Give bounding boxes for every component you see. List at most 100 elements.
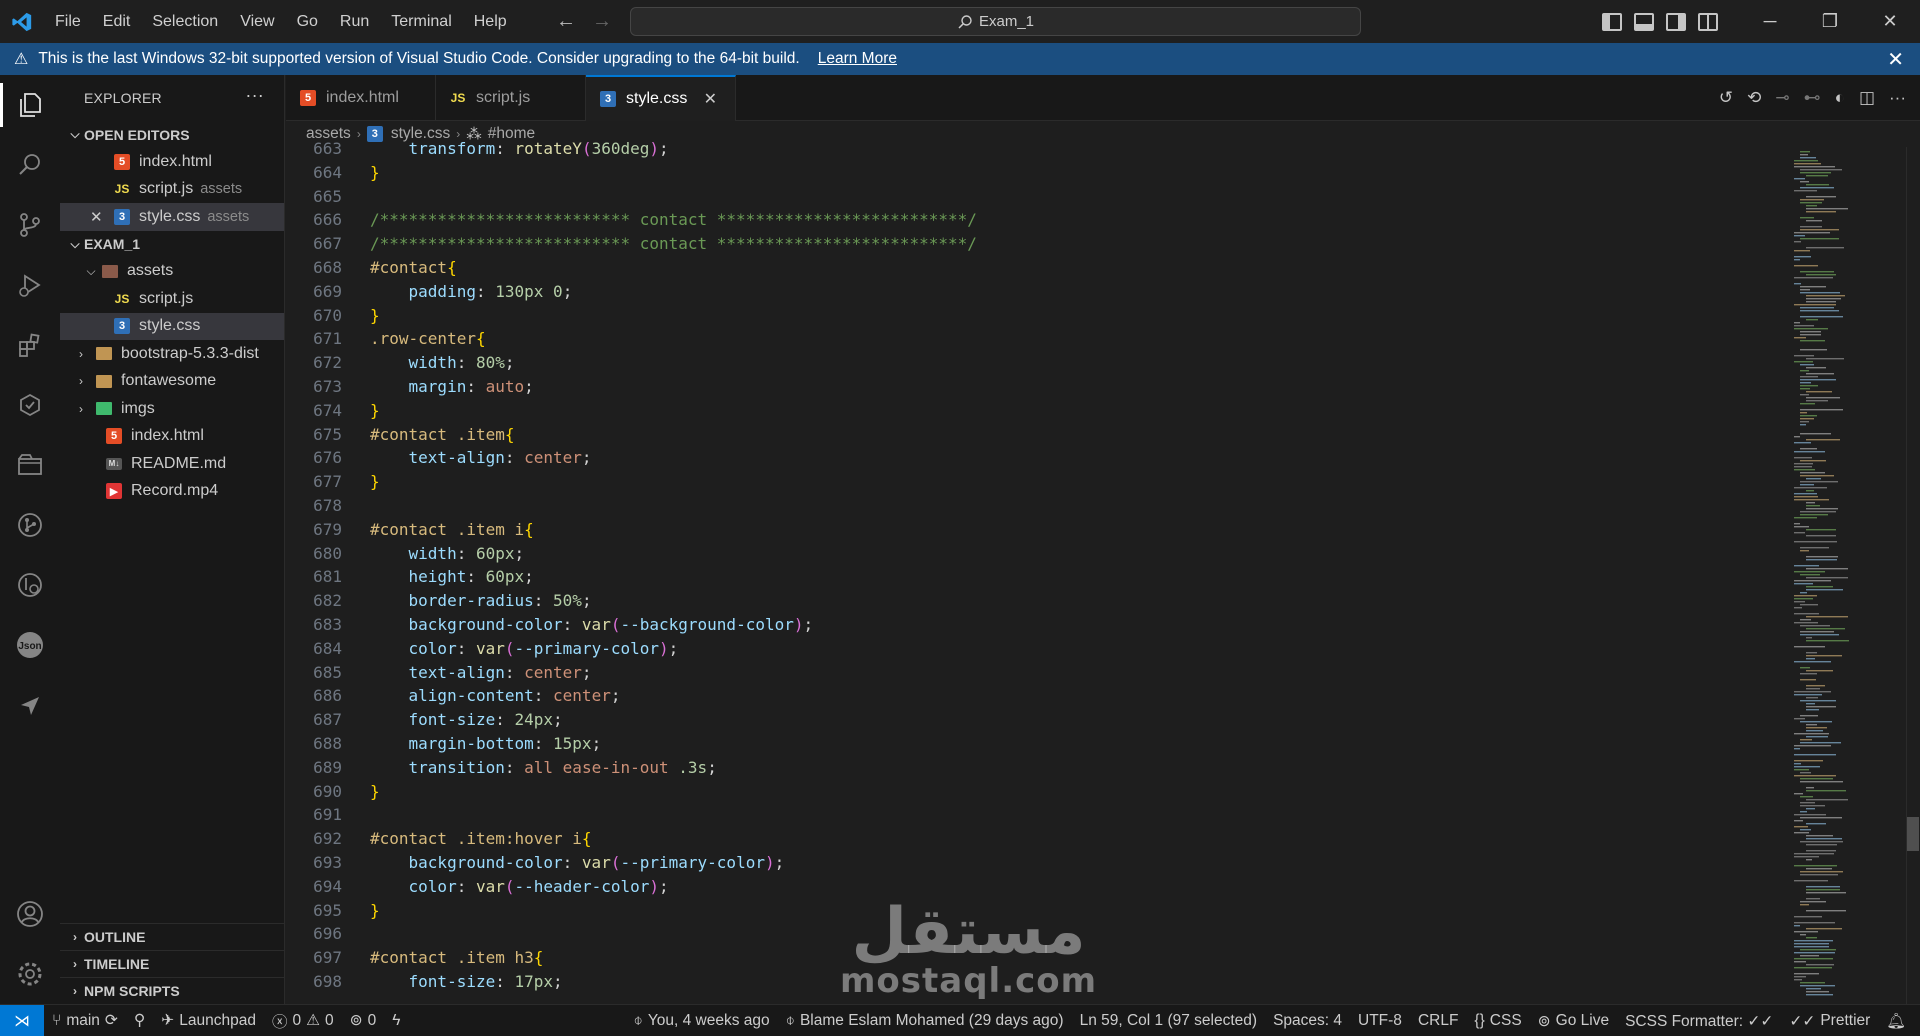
- testing-icon[interactable]: [0, 375, 60, 435]
- json-icon[interactable]: Json: [0, 615, 60, 675]
- code-line[interactable]: 673 margin: auto;: [286, 375, 1786, 399]
- code-line[interactable]: 676 text-align: center;: [286, 446, 1786, 470]
- vertical-scrollbar[interactable]: [1906, 147, 1920, 1004]
- cursor-position[interactable]: Ln 59, Col 1 (97 selected): [1072, 1012, 1266, 1030]
- code-line[interactable]: 665: [286, 185, 1786, 209]
- workspace-section[interactable]: ⌵ EXAM_1: [60, 231, 284, 258]
- gitlens-icon[interactable]: [0, 555, 60, 615]
- more-actions-icon[interactable]: ···: [1889, 88, 1906, 108]
- code-line[interactable]: 675 #contact .item{: [286, 423, 1786, 447]
- language-mode[interactable]: {} CSS: [1466, 1012, 1529, 1030]
- code-line[interactable]: 683 background-color: var(--background-c…: [286, 613, 1786, 637]
- file-style-css[interactable]: 3 style.css: [60, 312, 284, 340]
- code-line[interactable]: 669 padding: 130px 0;: [286, 280, 1786, 304]
- gitlens-inspect-icon[interactable]: ◐: [1835, 88, 1845, 108]
- timeline-history-icon[interactable]: ↺: [1719, 88, 1733, 108]
- learn-more-link[interactable]: Learn More: [818, 50, 897, 68]
- run-debug-icon[interactable]: [0, 255, 60, 315]
- notifications-bell-icon[interactable]: 🔔︎: [1878, 1012, 1920, 1031]
- code-line[interactable]: 672 width: 80%;: [286, 351, 1786, 375]
- outline-section[interactable]: › OUTLINE: [60, 923, 285, 950]
- menu-selection[interactable]: Selection: [141, 0, 229, 43]
- minimize-button[interactable]: ─: [1740, 0, 1800, 43]
- launchpad-item[interactable]: ✈ Launchpad: [153, 1011, 264, 1030]
- next-change-icon[interactable]: ⊷: [1804, 88, 1821, 108]
- git-graph-icon[interactable]: [0, 495, 60, 555]
- scrollbar-thumb[interactable]: [1907, 817, 1919, 851]
- folder-assets[interactable]: ⌵ assets: [60, 258, 284, 286]
- code-line[interactable]: 666 /************************** contact *…: [286, 208, 1786, 232]
- open-editor-style-css[interactable]: ✕ 3 style.css assets: [60, 203, 284, 231]
- more-actions-icon[interactable]: ···: [245, 85, 264, 106]
- minimap[interactable]: [1786, 147, 1906, 1004]
- tab-style-css[interactable]: 3 style.css ✕: [586, 75, 736, 121]
- blame-item[interactable]: ⌽ Blame Eslam Mohamed (29 days ago): [778, 1012, 1072, 1030]
- scss-formatter[interactable]: SCSS Formatter: ✓✓: [1617, 1012, 1781, 1031]
- lightning-icon[interactable]: ϟ: [384, 1012, 408, 1030]
- tab-index-html[interactable]: 5 index.html: [286, 75, 436, 121]
- blame-you-item[interactable]: ⌽ You, 4 weeks ago: [626, 1012, 778, 1030]
- file-script-js[interactable]: JS script.js: [60, 285, 284, 313]
- file-index-html[interactable]: 5 index.html: [60, 423, 284, 451]
- code-line[interactable]: 686 align-content: center;: [286, 684, 1786, 708]
- extensions-icon[interactable]: [0, 315, 60, 375]
- code-line[interactable]: 668 #contact{: [286, 256, 1786, 280]
- toggle-panel-icon[interactable]: [1634, 12, 1654, 31]
- close-editor-icon[interactable]: ✕: [90, 208, 114, 226]
- npm-scripts-section[interactable]: › NPM SCRIPTS: [60, 977, 285, 1004]
- menu-go[interactable]: Go: [286, 0, 329, 43]
- branch-indicator[interactable]: ⑂ main ⟳: [44, 1011, 126, 1030]
- code-line[interactable]: 682 border-radius: 50%;: [286, 589, 1786, 613]
- encoding[interactable]: UTF-8: [1350, 1012, 1410, 1030]
- end-of-line[interactable]: CRLF: [1410, 1012, 1466, 1030]
- close-window-button[interactable]: ✕: [1860, 0, 1920, 43]
- code-line[interactable]: 677}: [286, 470, 1786, 494]
- code-line[interactable]: 670}: [286, 304, 1786, 328]
- file-readme-md[interactable]: M↓ README.md: [60, 450, 284, 478]
- forward-arrow-icon[interactable]: →: [592, 10, 612, 33]
- code-line[interactable]: 684 color: var(--primary-color);: [286, 637, 1786, 661]
- ports-indicator[interactable]: ⊚ 0: [342, 1011, 385, 1030]
- open-editors-section[interactable]: ⌵ OPEN EDITORS: [60, 121, 284, 148]
- open-editor-script-js[interactable]: JS script.js assets: [60, 176, 284, 204]
- settings-gear-icon[interactable]: [0, 944, 60, 1004]
- timeline-section[interactable]: › TIMELINE: [60, 950, 285, 977]
- folder-fontawesome[interactable]: › fontawesome: [60, 368, 284, 396]
- code-line[interactable]: 678: [286, 494, 1786, 518]
- restore-button[interactable]: ❐: [1800, 0, 1860, 43]
- code-line[interactable]: 690}: [286, 780, 1786, 804]
- code-line[interactable]: 685 text-align: center;: [286, 661, 1786, 685]
- code-line[interactable]: 692 #contact .item:hover i{: [286, 827, 1786, 851]
- menu-view[interactable]: View: [229, 0, 285, 43]
- commit-icon[interactable]: ⊸: [1775, 88, 1789, 108]
- go-live-button[interactable]: ⊚ Go Live: [1530, 1012, 1617, 1031]
- code-line[interactable]: 680 width: 60px;: [286, 542, 1786, 566]
- code-line[interactable]: 687 font-size: 24px;: [286, 708, 1786, 732]
- code-line[interactable]: 671 .row-center{: [286, 327, 1786, 351]
- code-line[interactable]: 664}: [286, 161, 1786, 185]
- code-line[interactable]: 689 transition: all ease-in-out .3s;: [286, 756, 1786, 780]
- folder-bootstrap[interactable]: › bootstrap-5.3.3-dist: [60, 340, 284, 368]
- menu-run[interactable]: Run: [329, 0, 380, 43]
- code-line[interactable]: 693 background-color: var(--primary-colo…: [286, 851, 1786, 875]
- code-line[interactable]: 679 #contact .item i{: [286, 518, 1786, 542]
- close-tab-icon[interactable]: ✕: [704, 89, 717, 109]
- remote-explorer-icon[interactable]: [0, 435, 60, 495]
- close-notification-icon[interactable]: ✕: [1887, 47, 1904, 72]
- source-control-icon[interactable]: [0, 195, 60, 255]
- indentation[interactable]: Spaces: 4: [1265, 1012, 1350, 1030]
- file-record-mp4[interactable]: ▶ Record.mp4: [60, 478, 284, 506]
- code-line[interactable]: 681 height: 60px;: [286, 565, 1786, 589]
- code-line[interactable]: 674}: [286, 399, 1786, 423]
- open-editor-index-html[interactable]: 5 index.html: [60, 148, 284, 176]
- menu-file[interactable]: File: [44, 0, 92, 43]
- accounts-icon[interactable]: [0, 884, 60, 944]
- code-line[interactable]: 688 margin-bottom: 15px;: [286, 732, 1786, 756]
- gitlens-graph-icon[interactable]: ⚲: [126, 1011, 153, 1030]
- code-line[interactable]: 691: [286, 803, 1786, 827]
- code-line[interactable]: 663 transform: rotateY(360deg);: [286, 137, 1786, 161]
- prettier-item[interactable]: ✓✓ Prettier: [1781, 1012, 1878, 1031]
- menu-edit[interactable]: Edit: [92, 0, 142, 43]
- send-icon[interactable]: [0, 675, 60, 735]
- command-center-search[interactable]: Exam_1: [630, 7, 1361, 36]
